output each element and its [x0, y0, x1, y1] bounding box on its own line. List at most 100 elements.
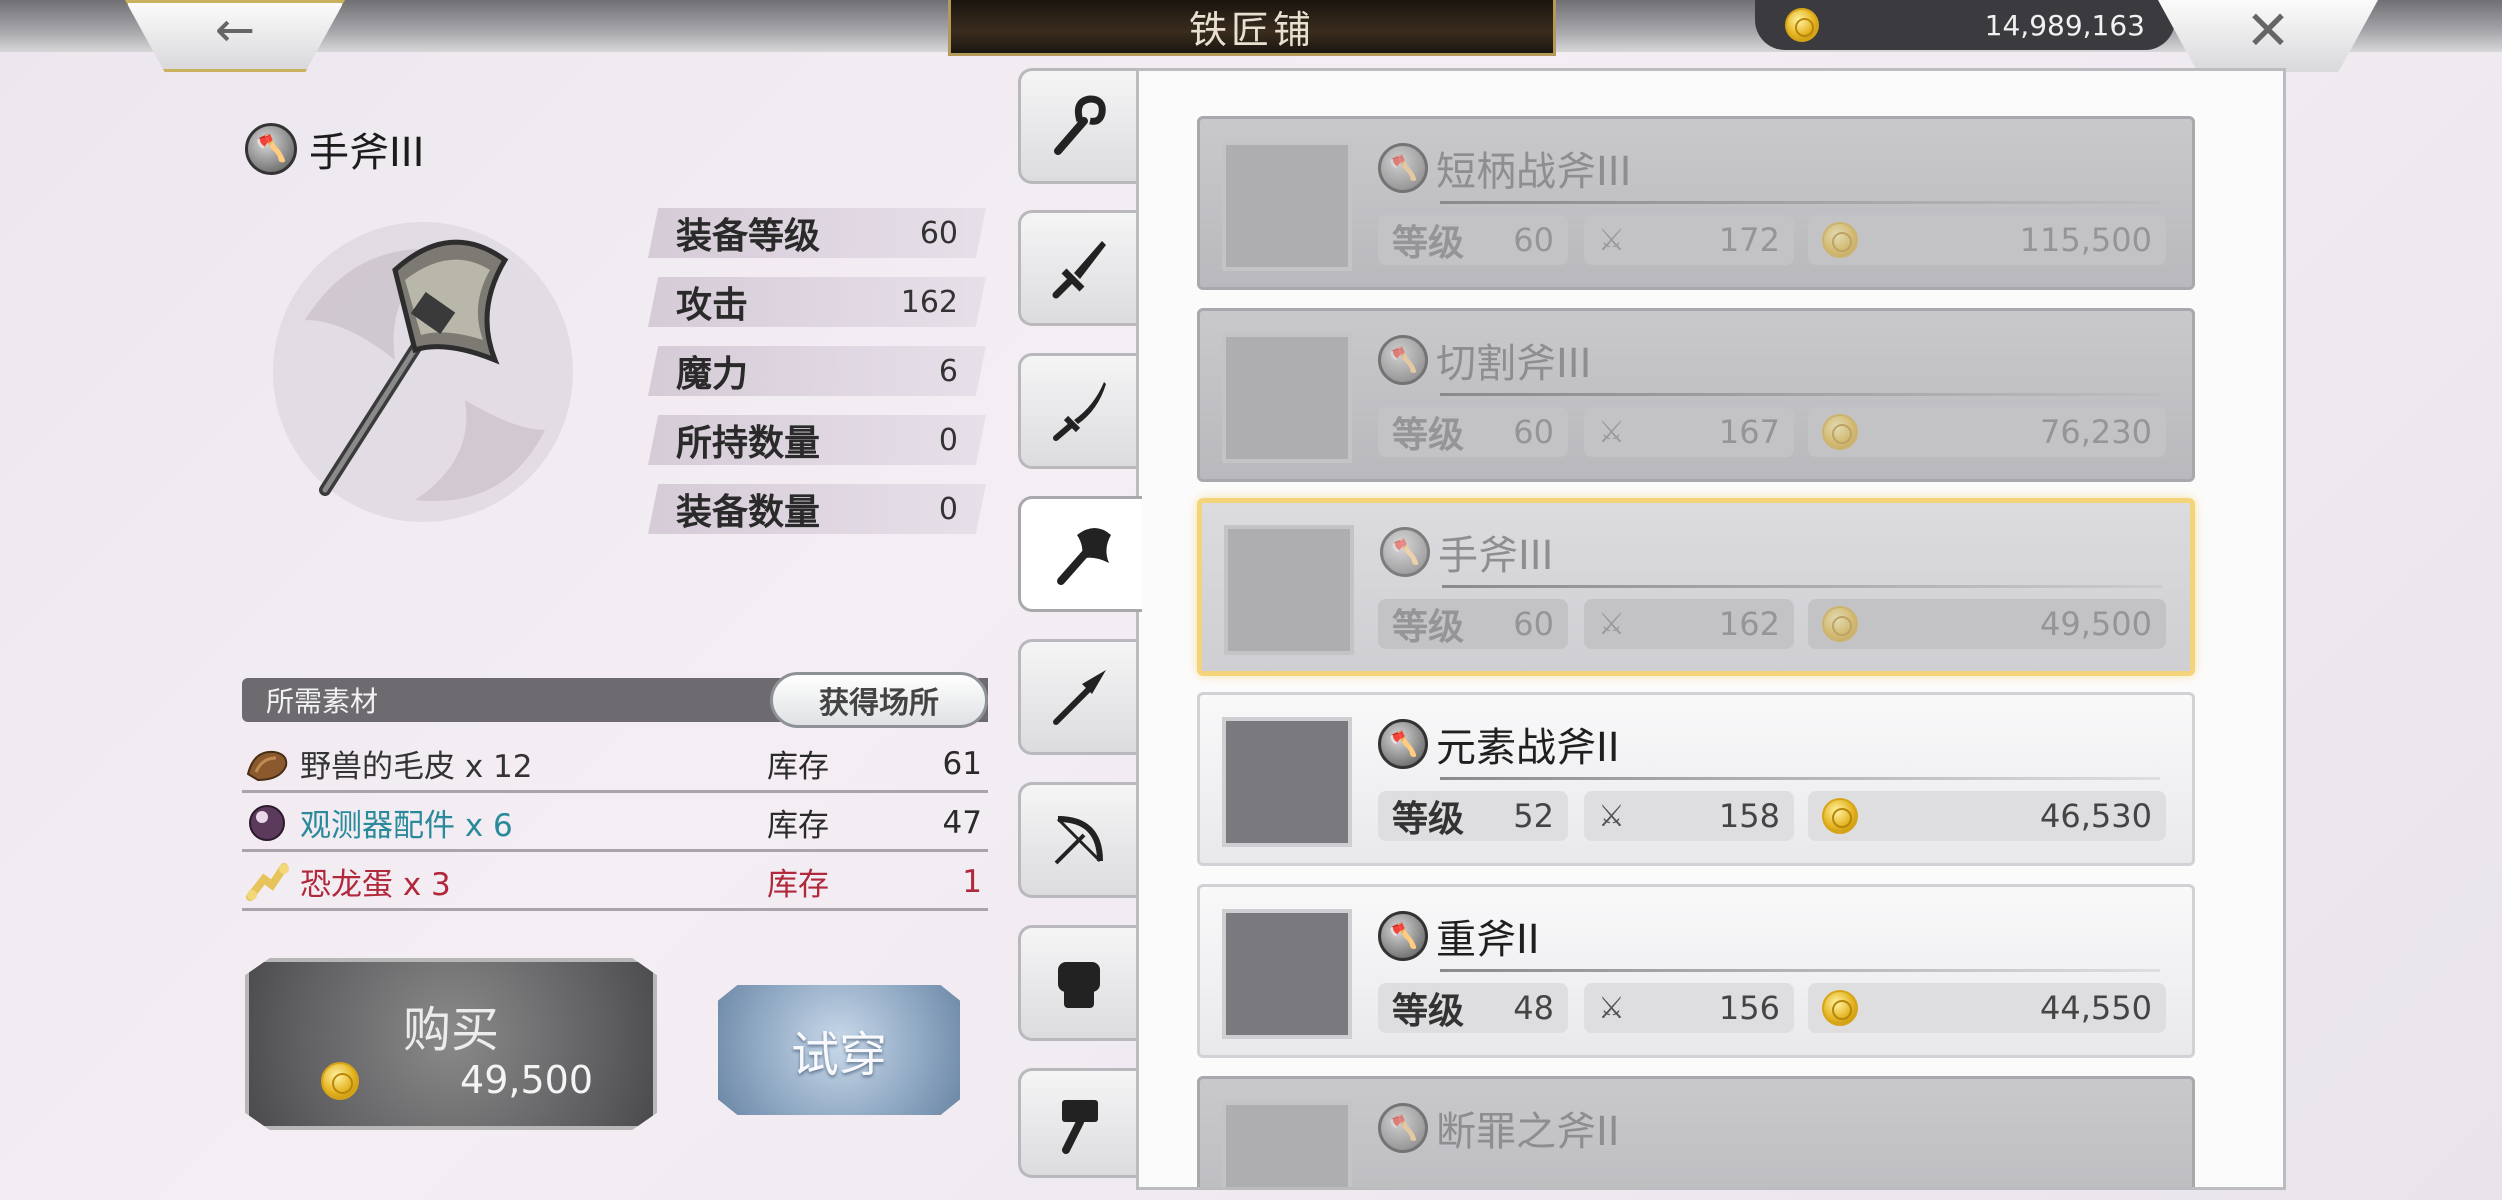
axe-icon	[1056, 528, 1111, 585]
list-item-selected[interactable]: 🪓 手斧III 等级 60 ⚔ 162 49,500	[1197, 498, 2195, 676]
level-label: 等级	[1392, 223, 1465, 264]
stats-panel: 装备等级 60 攻击 162 魔力 6 所持数量 0 装备数量 0	[648, 208, 986, 553]
buy-price: 49,500	[460, 1058, 593, 1102]
list-item[interactable]: 🪓 切割斧III 等级 60 ⚔ 167 76,230	[1197, 308, 2195, 482]
title-banner: 铁匠铺	[948, 0, 1556, 56]
materials-header-label: 所需素材	[266, 685, 379, 718]
close-button[interactable]: ✕	[2158, 0, 2378, 72]
weapon-name: 切割斧III	[1436, 341, 1592, 387]
bow-icon	[1054, 816, 1103, 865]
stat-equipped: 装备数量 0	[648, 484, 986, 534]
tab-staff[interactable]	[1018, 68, 1136, 184]
attack-pill: ⚔ 158	[1584, 791, 1794, 841]
tab-spear[interactable]	[1018, 639, 1136, 755]
divider	[1440, 777, 2160, 780]
axe-type-icon: 🪓	[1378, 719, 1428, 769]
weapon-thumbnail	[1222, 333, 1352, 463]
tab-bow[interactable]	[1018, 782, 1136, 898]
level-label: 等级	[1392, 415, 1465, 456]
attack-pill: ⚔ 162	[1584, 599, 1794, 649]
try-on-button[interactable]: 试穿	[718, 985, 960, 1115]
price-pill: 44,550	[1808, 983, 2166, 1033]
attack-icon: ⚔	[1598, 798, 1625, 834]
material-name: 野兽的毛皮 x 12	[300, 749, 533, 785]
close-icon: ✕	[2245, 0, 2291, 62]
level-pill: 等级 60	[1378, 599, 1568, 649]
stat-label: 魔力	[676, 354, 749, 395]
gold-coin-icon	[1822, 222, 1858, 258]
material-row[interactable]: 野兽的毛皮 x 12 库存 61	[242, 737, 988, 793]
weapon-name: 重斧II	[1436, 917, 1540, 963]
level-value: 48	[1513, 989, 1554, 1027]
obtain-location-button[interactable]: 获得场所	[770, 672, 988, 728]
level-value: 60	[1513, 605, 1554, 643]
level-value: 52	[1513, 797, 1554, 835]
axe-type-icon: 🪓	[245, 123, 297, 175]
stat-attack: 攻击 162	[648, 277, 986, 327]
attack-value: 158	[1718, 797, 1780, 835]
tab-axe[interactable]	[1018, 496, 1142, 612]
price-value: 49,500	[2040, 605, 2152, 643]
tab-katana[interactable]	[1018, 353, 1136, 469]
weapon-name: 断罪之斧II	[1436, 1109, 1620, 1155]
stat-label: 装备等级	[676, 216, 821, 257]
list-item[interactable]: 🪓 元素战斧II 等级 52 ⚔ 158 46,530	[1197, 692, 2195, 866]
stat-value: 162	[900, 284, 958, 320]
weapon-preview	[273, 222, 573, 522]
stat-value: 60	[919, 215, 958, 251]
stat-label: 装备数量	[676, 492, 821, 533]
buy-label: 购买	[402, 1002, 499, 1058]
level-pill: 等级 52	[1378, 791, 1568, 841]
stock-quantity: 47	[942, 804, 982, 841]
price-value: 44,550	[2040, 989, 2152, 1027]
level-label: 等级	[1392, 607, 1465, 648]
weapon-name: 手斧III	[1438, 533, 1554, 579]
weapon-name: 元素战斧II	[1436, 725, 1620, 771]
axe-type-icon: 🪓	[1378, 911, 1428, 961]
level-label: 等级	[1392, 991, 1465, 1032]
tab-fist[interactable]	[1018, 925, 1136, 1041]
price-pill: 49,500	[1808, 599, 2166, 649]
weapon-thumbnail	[1224, 525, 1354, 655]
attack-pill: ⚔ 172	[1584, 215, 1794, 265]
stat-magic: 魔力 6	[648, 346, 986, 396]
weapon-list[interactable]: 🪓 短柄战斧III 等级 60 ⚔ 172 115,500 🪓 切割斧III 等级 60 …	[1136, 68, 2286, 1190]
attack-icon: ⚔	[1598, 606, 1625, 642]
price-value: 115,500	[2019, 221, 2152, 259]
divider	[1440, 969, 2160, 972]
axe-type-icon: 🪓	[1378, 143, 1428, 193]
list-item[interactable]: 🪓 重斧II 等级 48 ⚔ 156 44,550	[1197, 884, 2195, 1058]
stock-label: 库存	[767, 867, 829, 903]
stat-label: 所持数量	[676, 423, 821, 464]
currency-amount: 14,989,163	[1984, 8, 2145, 42]
gold-coin-icon	[1822, 798, 1858, 834]
stock-quantity: 61	[942, 745, 982, 782]
level-value: 60	[1513, 413, 1554, 451]
material-name: 观测器配件 x 6	[300, 808, 513, 844]
tab-sword[interactable]	[1018, 210, 1136, 326]
weapon-thumbnail	[1222, 717, 1352, 847]
tab-hammer[interactable]	[1018, 1068, 1136, 1178]
level-pill: 等级 60	[1378, 407, 1568, 457]
attack-value: 162	[1718, 605, 1780, 643]
buy-button[interactable]: 购买 49,500	[245, 958, 657, 1130]
attack-value: 172	[1718, 221, 1780, 259]
stat-label: 攻击	[676, 285, 749, 326]
material-row[interactable]: 观测器配件 x 6 库存 47	[242, 796, 988, 852]
gold-coin-icon	[1785, 8, 1819, 42]
weapon-thumbnail	[1222, 909, 1352, 1039]
fist-icon	[1057, 962, 1100, 1008]
sword-icon	[1052, 241, 1106, 299]
try-on-label: 试穿	[790, 1027, 887, 1083]
axe-type-icon: 🪓	[1378, 1103, 1428, 1153]
material-row[interactable]: 恐龙蛋 x 3 库存 1	[242, 855, 988, 911]
list-item[interactable]: 🪓 短柄战斧III 等级 60 ⚔ 172 115,500	[1197, 116, 2195, 290]
weapon-thumbnail	[1222, 1101, 1352, 1187]
katana-icon	[1052, 382, 1106, 441]
divider	[1440, 201, 2160, 204]
divider	[1442, 585, 2162, 588]
stat-owned: 所持数量 0	[648, 415, 986, 465]
list-item[interactable]: 🪓 断罪之斧II	[1197, 1076, 2195, 1187]
back-arrow-icon: ←	[214, 2, 256, 58]
back-button[interactable]: ←	[125, 0, 345, 72]
